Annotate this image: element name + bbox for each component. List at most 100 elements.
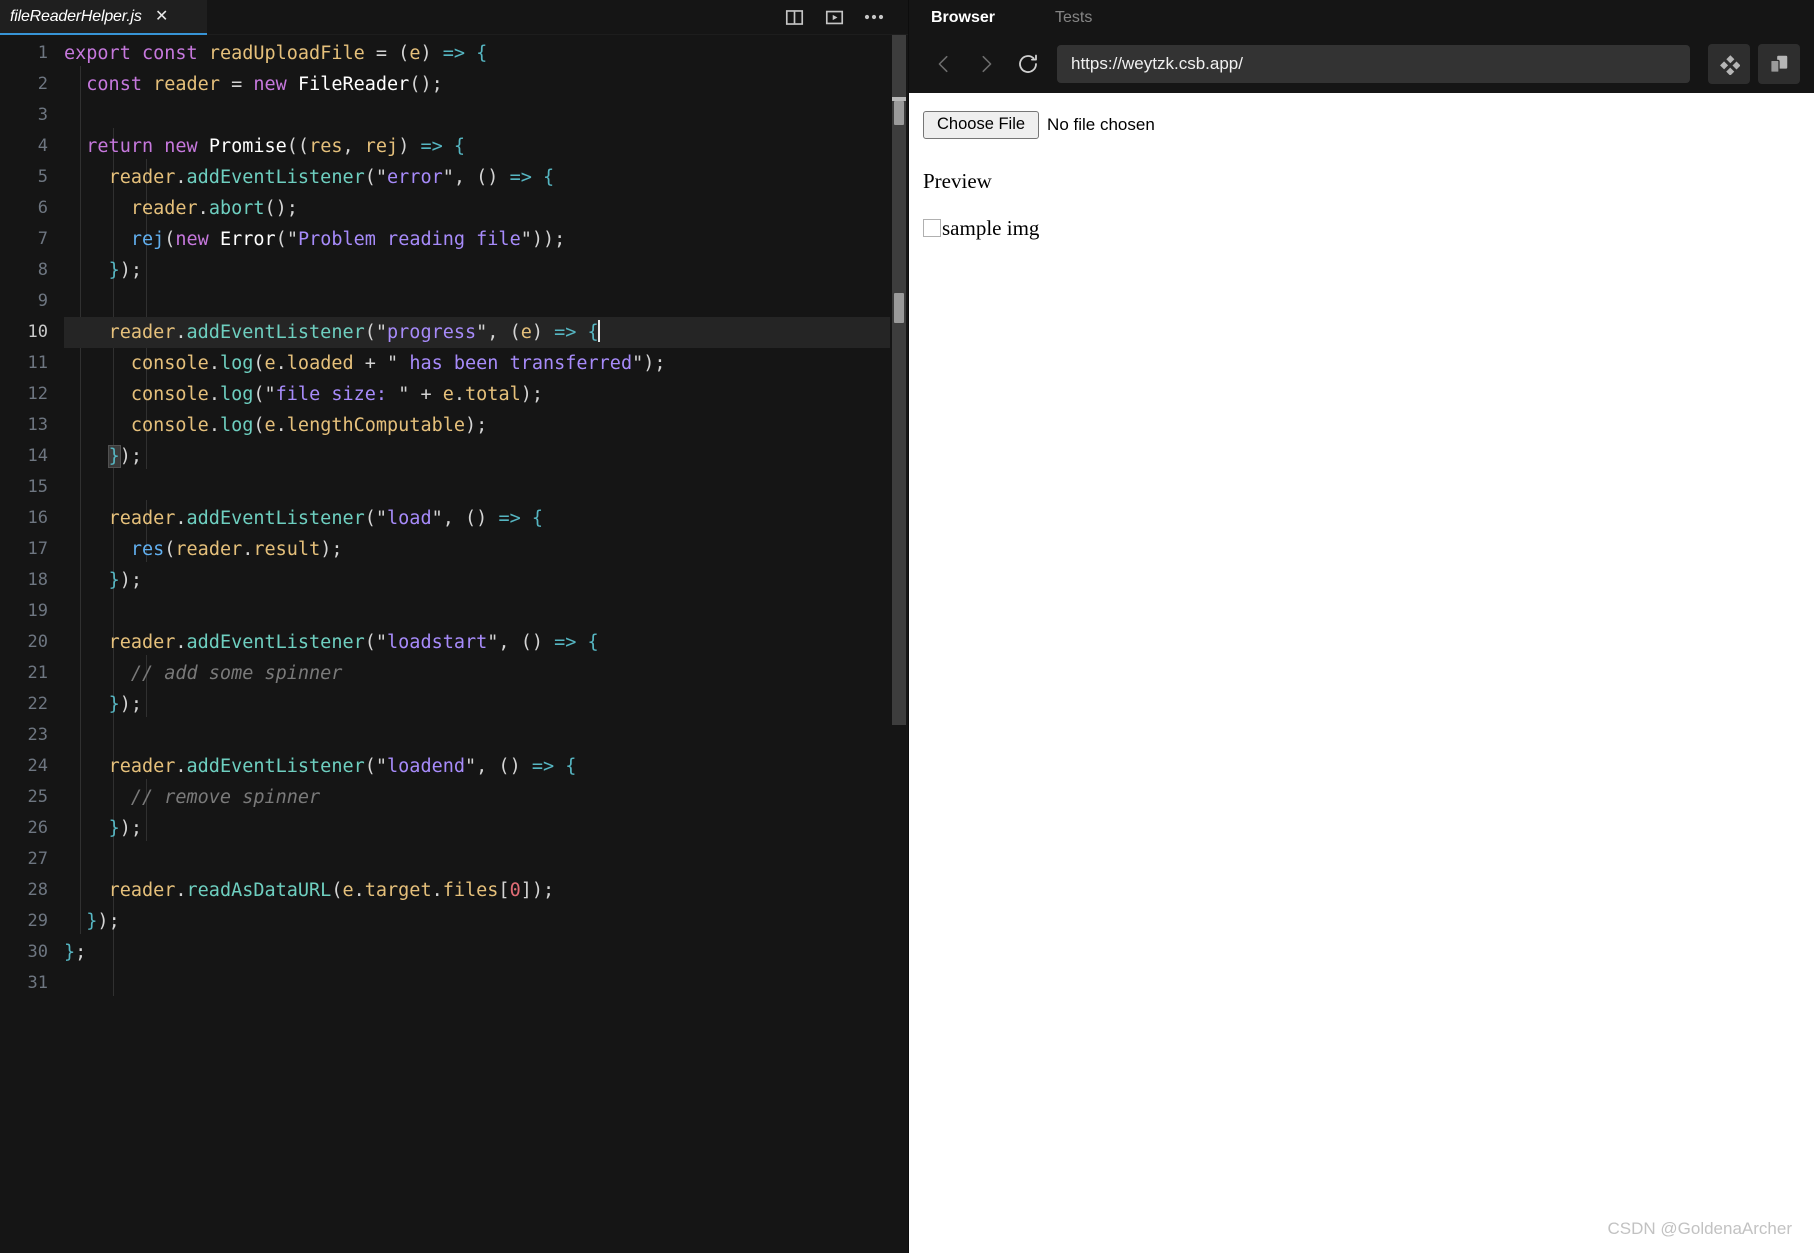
line-number: 7 xyxy=(37,229,48,249)
line-number: 5 xyxy=(37,167,48,187)
editor-tab-actions xyxy=(774,0,908,34)
code-line[interactable]: reader.addEventListener("progress", (e) … xyxy=(64,317,908,348)
forward-icon[interactable] xyxy=(965,43,1007,85)
line-number: 25 xyxy=(27,787,48,807)
code-line[interactable]: console.log(e.lengthComputable); xyxy=(64,410,908,441)
line-number: 20 xyxy=(27,632,48,652)
editor-tab-label: fileReaderHelper.js xyxy=(10,8,142,25)
more-actions-icon[interactable] xyxy=(854,0,894,35)
reload-icon[interactable] xyxy=(1007,43,1049,85)
code-line[interactable]: }); xyxy=(64,255,908,286)
line-number: 10 xyxy=(27,322,48,342)
code-line[interactable]: }); xyxy=(64,689,908,720)
line-number: 11 xyxy=(27,353,48,373)
code-line[interactable]: reader.addEventListener("loadstart", () … xyxy=(64,627,908,658)
code-line[interactable]: rej(new Error("Problem reading file")); xyxy=(64,224,908,255)
choose-file-button[interactable]: Choose File xyxy=(923,111,1040,139)
code-line[interactable]: const reader = new FileReader(); xyxy=(64,69,908,100)
line-number-gutter: 1 2 3 4 5 6 7 8 9 10 11 12 13 14 15 16 17 18 19 20 21 22 23 24 2… xyxy=(0,35,64,1253)
line-number: 27 xyxy=(27,849,48,869)
code-line[interactable]: return new Promise((res, rej) => { xyxy=(64,131,908,162)
code-line[interactable] xyxy=(64,844,908,875)
line-number: 9 xyxy=(37,291,48,311)
line-number: 28 xyxy=(27,880,48,900)
back-icon[interactable] xyxy=(923,43,965,85)
codesandbox-window: fileReaderHelper.js ✕ 1 2 3 4 5 6 7 8 9 … xyxy=(0,0,1814,1253)
line-number: 8 xyxy=(37,260,48,280)
line-number: 26 xyxy=(27,818,48,838)
line-number: 3 xyxy=(37,105,48,125)
code-line[interactable] xyxy=(64,100,908,131)
code-line[interactable] xyxy=(64,968,908,999)
preview-heading: Preview xyxy=(923,168,992,193)
code-line[interactable]: reader.readAsDataURL(e.target.files[0]); xyxy=(64,875,908,906)
line-number: 4 xyxy=(37,136,48,156)
line-number: 16 xyxy=(27,508,48,528)
line-number: 17 xyxy=(27,539,48,559)
code-line[interactable]: }); xyxy=(64,813,908,844)
browser-viewport: Choose File No file chosen Preview sampl… xyxy=(909,93,1814,1253)
code-line[interactable]: reader.addEventListener("loadend", () =>… xyxy=(64,751,908,782)
code-line[interactable]: reader.addEventListener("load", () => { xyxy=(64,503,908,534)
browser-tabbar: Browser Tests xyxy=(909,0,1814,35)
code-content[interactable]: export const readUploadFile = (e) => { c… xyxy=(64,35,908,1253)
code-line[interactable] xyxy=(64,286,908,317)
browser-pane: Browser Tests https://weytzk.csb.app/ Ch… xyxy=(909,0,1814,1253)
line-number: 18 xyxy=(27,570,48,590)
code-line[interactable]: }); xyxy=(64,906,908,937)
preview-image-row: sample img xyxy=(923,216,1800,241)
code-line[interactable]: console.log("file size: " + e.total); xyxy=(64,379,908,410)
code-line[interactable] xyxy=(64,596,908,627)
editor-pane: fileReaderHelper.js ✕ 1 2 3 4 5 6 7 8 9 … xyxy=(0,0,908,1253)
code-line[interactable]: // remove spinner xyxy=(64,782,908,813)
tab-browser[interactable]: Browser xyxy=(931,9,1019,27)
text-cursor xyxy=(597,320,600,342)
code-line[interactable]: // add some spinner xyxy=(64,658,908,689)
browser-toolbar: https://weytzk.csb.app/ xyxy=(909,35,1814,93)
line-number: 29 xyxy=(27,911,48,931)
line-number: 19 xyxy=(27,601,48,621)
code-line[interactable]: reader.addEventListener("error", () => { xyxy=(64,162,908,193)
open-in-new-window-icon[interactable] xyxy=(1758,44,1800,84)
close-icon[interactable]: ✕ xyxy=(154,9,170,25)
code-line[interactable]: res(reader.result); xyxy=(64,534,908,565)
line-number: 15 xyxy=(27,477,48,497)
open-preview-icon[interactable] xyxy=(814,0,854,35)
line-number: 14 xyxy=(27,446,48,466)
split-editor-icon[interactable] xyxy=(774,0,814,35)
file-upload-row: Choose File No file chosen xyxy=(923,111,1800,139)
preview-image-alt: sample img xyxy=(942,215,1040,240)
line-number: 31 xyxy=(27,973,48,993)
tabbar-spacer xyxy=(208,0,774,34)
code-line[interactable]: }; xyxy=(64,937,908,968)
line-number: 22 xyxy=(27,694,48,714)
code-line[interactable]: }); xyxy=(64,565,908,596)
line-number: 30 xyxy=(27,942,48,962)
code-line[interactable] xyxy=(64,472,908,503)
code-line[interactable]: reader.abort(); xyxy=(64,193,908,224)
code-line[interactable]: }); xyxy=(64,441,908,472)
scrollbar-marker xyxy=(894,101,904,125)
line-number: 2 xyxy=(37,74,48,94)
editor-scrollbar[interactable] xyxy=(890,35,908,1253)
editor-tab-filereaderhelper[interactable]: fileReaderHelper.js ✕ xyxy=(0,0,208,35)
line-number: 13 xyxy=(27,415,48,435)
line-number: 1 xyxy=(37,43,48,63)
tab-tests[interactable]: Tests xyxy=(1019,9,1116,27)
watermark: CSDN @GoldenaArcher xyxy=(1607,1219,1793,1238)
line-number: 6 xyxy=(37,198,48,218)
editor-scrollbar-thumb[interactable] xyxy=(892,35,906,725)
code-editor[interactable]: 1 2 3 4 5 6 7 8 9 10 11 12 13 14 15 16 17 18 19 20 21 22 23 24 2… xyxy=(0,35,908,1253)
line-number: 24 xyxy=(27,756,48,776)
code-line[interactable] xyxy=(64,720,908,751)
responsive-preview-icon[interactable] xyxy=(1708,44,1750,84)
broken-image-icon xyxy=(923,219,941,238)
code-line[interactable]: console.log(e.loaded + " has been transf… xyxy=(64,348,908,379)
url-input[interactable]: https://weytzk.csb.app/ xyxy=(1057,45,1690,83)
file-status-text: No file chosen xyxy=(1047,114,1155,134)
code-line[interactable]: export const readUploadFile = (e) => { xyxy=(64,38,908,69)
line-number: 21 xyxy=(27,663,48,683)
line-number: 23 xyxy=(27,725,48,745)
editor-tabbar: fileReaderHelper.js ✕ xyxy=(0,0,908,35)
scrollbar-marker xyxy=(894,293,904,323)
